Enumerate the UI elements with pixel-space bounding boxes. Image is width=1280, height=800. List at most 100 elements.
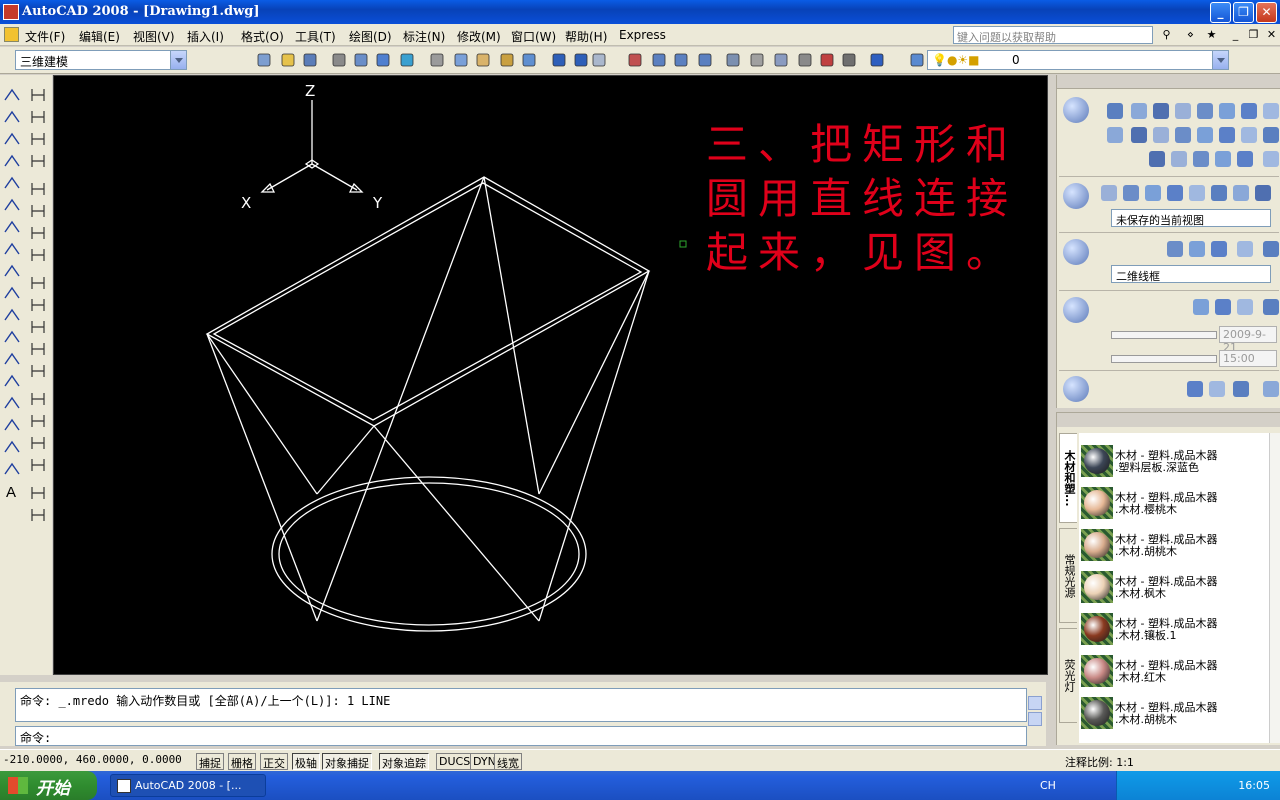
material-item[interactable]: 木材 - 塑料.成品木器 .木材.枫木	[1079, 567, 1269, 607]
date-field[interactable]: 2009-9-21	[1219, 326, 1277, 354]
named-view-select[interactable]: 未保存的当前视图	[1111, 209, 1271, 227]
baseline-dim-icon[interactable]	[28, 295, 48, 315]
spline-icon[interactable]	[2, 261, 22, 281]
polyline-icon[interactable]	[2, 129, 22, 149]
new-icon[interactable]	[255, 51, 273, 69]
palette-tool-icon[interactable]	[1187, 381, 1203, 397]
minimize-button[interactable]: _	[1210, 2, 1231, 23]
dim-update-icon[interactable]	[28, 455, 48, 475]
palette-tool-icon[interactable]	[1131, 103, 1147, 119]
3d-make-icon[interactable]	[1063, 97, 1089, 123]
chevron-down-icon[interactable]	[170, 51, 186, 69]
palette-tool-icon[interactable]	[1189, 241, 1205, 257]
menu-dimension[interactable]: 标注(N)	[403, 28, 445, 45]
polygon-icon[interactable]	[2, 151, 22, 171]
palette-tool-icon[interactable]	[1241, 127, 1257, 143]
3d-navigate-icon[interactable]	[1063, 183, 1089, 209]
material-item[interactable]: 木材 - 塑料.成品木器 .木材.红木	[1079, 651, 1269, 691]
communication-center-icon[interactable]: ⋄	[1182, 27, 1199, 43]
sheet-set-icon[interactable]	[796, 51, 814, 69]
render-icon[interactable]	[1063, 376, 1089, 402]
palette-tool-icon[interactable]	[1167, 185, 1183, 201]
palette-tool-icon[interactable]	[1263, 127, 1279, 143]
palette-tool-icon[interactable]	[1131, 127, 1147, 143]
palette-tool-icon[interactable]	[1233, 381, 1249, 397]
input-language[interactable]: CH	[1040, 779, 1056, 792]
revision-cloud-icon[interactable]	[2, 239, 22, 259]
material-scrollbar[interactable]	[1269, 433, 1280, 743]
aligned-dim-icon[interactable]	[28, 107, 48, 127]
circle-outer[interactable]	[271, 476, 587, 632]
circle-icon[interactable]	[2, 217, 22, 237]
gradient-icon[interactable]	[2, 415, 22, 435]
visual-style-select[interactable]: 二维线框	[1111, 265, 1271, 283]
menu-format[interactable]: 格式(O)	[241, 28, 284, 45]
multiline-text-icon[interactable]: A	[2, 481, 22, 501]
connect-line[interactable]	[206, 333, 318, 495]
menu-insert[interactable]: 插入(I)	[187, 28, 224, 45]
palette-tool-icon[interactable]	[1107, 127, 1123, 143]
connect-line[interactable]	[373, 425, 540, 622]
palette-tool-icon[interactable]	[1241, 103, 1257, 119]
favorites-star-icon[interactable]: ★	[1203, 27, 1220, 43]
dim-text-edit-icon[interactable]	[28, 433, 48, 453]
copy-icon[interactable]	[452, 51, 470, 69]
search-icon[interactable]: ⚲	[1158, 27, 1175, 43]
chevron-down-icon[interactable]	[1212, 51, 1228, 69]
palette-tool-icon[interactable]	[1175, 127, 1191, 143]
light-icon[interactable]	[1063, 297, 1089, 323]
palette-tool-icon[interactable]	[1237, 151, 1253, 167]
ellipse-icon[interactable]	[2, 283, 22, 303]
history-scroll-down[interactable]	[1028, 712, 1042, 726]
menu-express[interactable]: Express	[619, 28, 666, 42]
point-icon[interactable]	[2, 371, 22, 391]
coordinate-readout[interactable]: -210.0000, 460.0000, 0.0000	[3, 753, 191, 770]
material-item[interactable]: 木材 - 塑料.成品木器 .木材.镶板.1	[1079, 609, 1269, 649]
palette-title-bar[interactable]	[1057, 75, 1280, 89]
status-lineweight-button[interactable]: 线宽	[494, 753, 522, 770]
palette-tool-icon[interactable]	[1153, 127, 1169, 143]
palette-tool-icon[interactable]	[1145, 185, 1161, 201]
arc-length-dim-icon[interactable]	[28, 129, 48, 149]
help-icon[interactable]	[868, 51, 886, 69]
connect-line[interactable]	[316, 176, 485, 622]
zoom-realtime-icon[interactable]	[650, 51, 668, 69]
menu-draw[interactable]: 绘图(D)	[349, 28, 392, 45]
palette-tool-icon[interactable]	[1175, 103, 1191, 119]
properties-icon[interactable]	[724, 51, 742, 69]
drawing-canvas[interactable]: Z X Y 三、把矩形和 圆用直线连接 起来，见图。	[53, 75, 1048, 675]
3d-dwf-icon[interactable]	[398, 51, 416, 69]
status-otrack-button[interactable]: 对象追踪	[379, 753, 429, 770]
palette-tool-icon[interactable]	[1237, 241, 1253, 257]
autocad-app-icon[interactable]	[3, 4, 19, 20]
palette-tool-icon[interactable]	[1237, 299, 1253, 315]
zoom-previous-icon[interactable]	[696, 51, 714, 69]
publish-icon[interactable]	[374, 51, 392, 69]
palette-tool-icon[interactable]	[1215, 151, 1231, 167]
palette-tool-icon[interactable]	[1263, 103, 1279, 119]
palette-tool-icon[interactable]	[1211, 241, 1227, 257]
region-icon[interactable]	[2, 437, 22, 457]
status-osnap-button[interactable]: 对象捕捉	[322, 753, 372, 770]
palette-tool-icon[interactable]	[1171, 151, 1187, 167]
connect-line[interactable]	[538, 270, 650, 495]
palette-tool-icon[interactable]	[1101, 185, 1117, 201]
connect-line[interactable]	[206, 333, 318, 622]
center-mark-icon[interactable]	[28, 389, 48, 409]
table-icon[interactable]	[2, 459, 22, 479]
linear-dim-icon[interactable]	[28, 85, 48, 105]
menu-edit[interactable]: 编辑(E)	[79, 28, 120, 45]
close-button[interactable]: ✕	[1256, 2, 1277, 23]
maximize-button[interactable]: ❐	[1233, 2, 1254, 23]
palette-tool-icon[interactable]	[1197, 127, 1213, 143]
status-snap-button[interactable]: 捕捉	[196, 753, 224, 770]
command-input[interactable]: 命令:	[15, 726, 1027, 746]
rectangle-inner[interactable]	[212, 182, 643, 421]
layer-select[interactable]: 💡●☀■ 0	[927, 50, 1229, 70]
palette-tool-icon[interactable]	[1215, 299, 1231, 315]
status-ortho-button[interactable]: 正交	[260, 753, 288, 770]
design-center-icon[interactable]	[748, 51, 766, 69]
menu-file[interactable]: 文件(F)	[25, 28, 65, 45]
palette-tool-icon[interactable]	[1189, 185, 1205, 201]
material-item[interactable]: 木材 - 塑料.成品木器 .木材.樱桃木	[1079, 483, 1269, 523]
